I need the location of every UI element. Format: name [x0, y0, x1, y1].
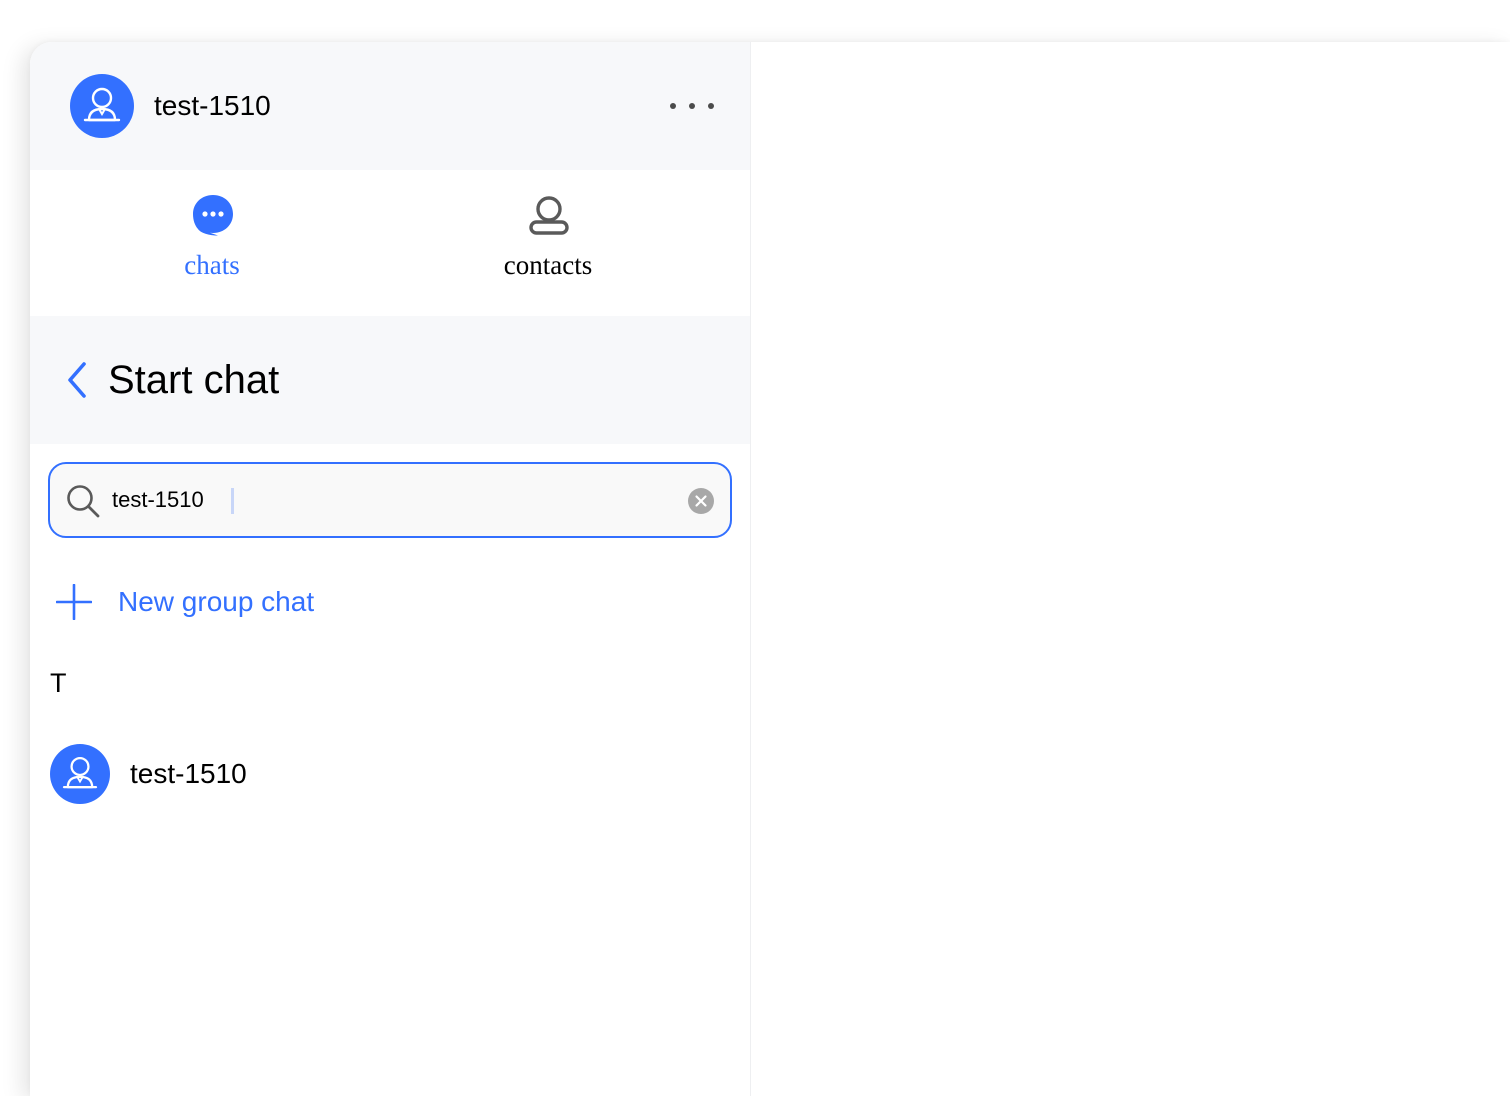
tab-chats[interactable]: chats — [112, 170, 312, 316]
tab-contacts-label: contacts — [503, 250, 593, 280]
search-icon — [66, 484, 100, 518]
new-group-chat-label: New group chat — [118, 586, 315, 617]
contact-list-item[interactable]: test-1510 — [30, 736, 750, 812]
start-chat-header: Start chat — [30, 316, 750, 444]
search-box[interactable] — [48, 462, 732, 538]
new-group-chat-button[interactable]: New group chat — [52, 576, 392, 628]
search-input[interactable] — [112, 478, 672, 522]
tab-bar: chats contacts — [30, 170, 750, 316]
clear-circle-icon[interactable] — [688, 488, 714, 514]
main-content-area — [751, 42, 1510, 1096]
profile-username: test-1510 — [154, 90, 271, 121]
more-dots-icon[interactable] — [670, 92, 714, 120]
section-letter: T — [50, 668, 67, 698]
person-avatar-icon[interactable] — [70, 74, 134, 138]
person-outline-icon — [528, 194, 570, 236]
text-caret — [231, 488, 234, 514]
tab-chats-label: chats — [184, 250, 240, 280]
page-title: Start chat — [108, 358, 280, 402]
person-avatar-icon — [50, 744, 110, 804]
chat-bubble-icon — [192, 194, 234, 236]
profile-header: test-1510 — [30, 42, 750, 170]
app-window: test-1510 chats contacts Start chat test… — [30, 42, 1510, 1096]
chevron-left-icon[interactable] — [64, 360, 94, 400]
plus-icon — [55, 583, 93, 621]
contact-name: test-1510 — [130, 758, 247, 789]
tab-contacts[interactable]: contacts — [448, 170, 648, 316]
sidebar: test-1510 chats contacts Start chat test… — [30, 42, 751, 1096]
